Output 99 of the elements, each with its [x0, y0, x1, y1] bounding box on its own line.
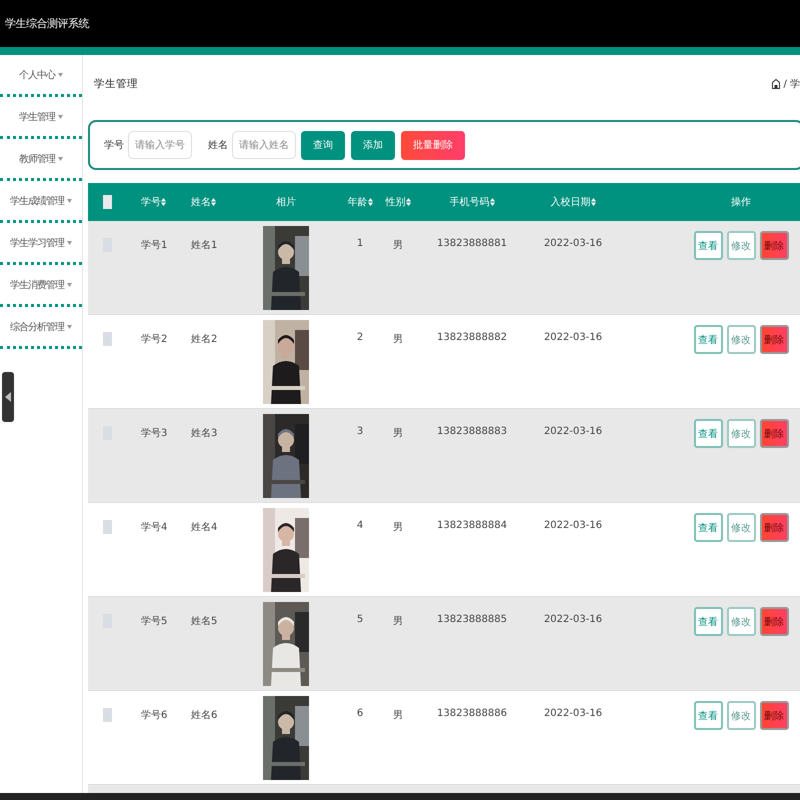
- sort-icon: [406, 198, 410, 206]
- row-action-button[interactable]: 查看: [694, 513, 722, 542]
- table-cell: 13823888886: [437, 708, 507, 719]
- left-arrow-icon: [5, 392, 11, 402]
- row-action-button[interactable]: 查看: [694, 607, 722, 636]
- table-cell: 6: [356, 708, 364, 719]
- row-action-button[interactable]: 修改: [726, 701, 756, 730]
- home-icon[interactable]: [772, 79, 780, 89]
- caret-icon: [58, 156, 63, 160]
- table-cell-text: 姓名4: [191, 521, 218, 534]
- table-cell: 4: [356, 520, 364, 531]
- table-cell-text: 学号4: [141, 521, 168, 534]
- app-title: 学生综合测评系统: [5, 16, 89, 31]
- row-action-button[interactable]: 删除: [760, 701, 788, 730]
- table-cell-text: 学号5: [141, 615, 168, 628]
- input-field[interactable]: 请输入学号: [128, 131, 192, 159]
- row-action-button[interactable]: 修改: [726, 325, 756, 354]
- input-field[interactable]: 请输入姓名: [232, 131, 296, 159]
- sort-icon: [490, 198, 494, 206]
- field-label: 学号: [104, 139, 124, 152]
- table-cell-text: 姓名6: [191, 709, 218, 722]
- table-cell-text: 学号2: [141, 333, 168, 346]
- table-cell: 13823888885: [437, 614, 507, 625]
- table-cell: 3: [356, 426, 364, 437]
- table-cell-text: 学号1: [141, 239, 168, 252]
- field-label: 姓名: [208, 139, 228, 152]
- table-cell: 2022-03-16: [544, 614, 602, 625]
- table-cell-text: 男: [393, 615, 403, 628]
- table-cell-text: 学号6: [141, 709, 168, 722]
- table-cell-text: 男: [393, 521, 403, 534]
- row-action-button[interactable]: 查看: [694, 419, 722, 448]
- caret-icon: [67, 282, 72, 286]
- column-header[interactable]: 姓名: [191, 195, 216, 209]
- caret-icon: [67, 324, 72, 328]
- table-cell: 2: [356, 332, 364, 343]
- breadcrumb-text: / 学: [783, 78, 800, 91]
- action-button[interactable]: 添加: [351, 130, 395, 160]
- table-cell-text: 姓名3: [191, 427, 218, 440]
- column-header[interactable]: 相片: [276, 195, 296, 209]
- table-cell: 13823888881: [437, 238, 507, 249]
- column-header[interactable]: 操作: [731, 195, 751, 209]
- caret-icon: [67, 240, 72, 244]
- caret-icon: [58, 114, 63, 118]
- row-action-button[interactable]: 查看: [694, 701, 722, 730]
- sidebar-item[interactable]: 个人中心: [0, 55, 82, 97]
- collapse-handle[interactable]: [2, 372, 14, 422]
- column-header[interactable]: 年龄: [348, 195, 372, 209]
- sort-icon: [590, 198, 596, 206]
- caret-icon: [67, 198, 72, 202]
- checkbox[interactable]: [102, 520, 112, 534]
- table-cell: 2022-03-16: [544, 708, 602, 719]
- column-header[interactable]: 入校日期: [550, 195, 596, 209]
- row-action-button[interactable]: 查看: [694, 325, 722, 354]
- checkbox[interactable]: [102, 708, 112, 722]
- sidebar-item[interactable]: 学生学习管理: [0, 223, 82, 265]
- caret-icon: [58, 72, 63, 76]
- table-cell-text: 姓名2: [191, 333, 218, 346]
- table-cell-text: 姓名1: [191, 239, 218, 252]
- action-button[interactable]: 批量删除: [401, 130, 465, 160]
- row-action-button[interactable]: 删除: [760, 607, 788, 636]
- row-action-button[interactable]: 删除: [760, 231, 788, 260]
- table-cell: 5: [356, 614, 364, 625]
- column-header[interactable]: 学号: [141, 195, 166, 209]
- table-cell: 13823888883: [437, 426, 507, 437]
- row-action-button[interactable]: 删除: [760, 513, 788, 542]
- table-cell: 13823888882: [437, 332, 507, 343]
- row-action-button[interactable]: 修改: [726, 607, 756, 636]
- checkbox[interactable]: [102, 332, 112, 346]
- action-button[interactable]: 查询: [301, 130, 345, 160]
- table-cell-text: 男: [393, 427, 403, 440]
- sidebar-item[interactable]: 学生消费管理: [0, 265, 82, 307]
- row-action-button[interactable]: 删除: [760, 325, 788, 354]
- row-action-button[interactable]: 修改: [726, 419, 756, 448]
- page-title: 学生管理: [94, 77, 138, 91]
- table-cell-text: 男: [393, 239, 403, 252]
- table-cell-text: 学号3: [141, 427, 168, 440]
- table-cell: 2022-03-16: [544, 238, 602, 249]
- row-action-button[interactable]: 查看: [694, 231, 722, 260]
- table-cell-text: 男: [393, 709, 403, 722]
- row-action-button[interactable]: 删除: [760, 419, 788, 448]
- table-cell: 2022-03-16: [544, 332, 602, 343]
- table-cell: 2022-03-16: [544, 520, 602, 531]
- column-header[interactable]: 手机号码: [450, 195, 494, 209]
- table-cell-text: 姓名5: [191, 615, 218, 628]
- sort-icon: [211, 198, 216, 206]
- sidebar-item[interactable]: 综合分析管理: [0, 307, 82, 349]
- table-cell: 1: [356, 238, 364, 249]
- checkbox[interactable]: [102, 195, 112, 209]
- sort-icon: [368, 198, 372, 206]
- column-header[interactable]: 性别: [386, 195, 410, 209]
- sort-icon: [161, 198, 166, 206]
- row-action-button[interactable]: 修改: [726, 513, 756, 542]
- table-cell-text: 男: [393, 333, 403, 346]
- sidebar-item[interactable]: 学生成绩管理: [0, 181, 82, 223]
- row-action-button[interactable]: 修改: [726, 231, 756, 260]
- sidebar-item[interactable]: 教师管理: [0, 139, 82, 181]
- sidebar-item[interactable]: 学生管理: [0, 97, 82, 139]
- table-cell: 2022-03-16: [544, 426, 602, 437]
- table-cell: 13823888884: [437, 520, 507, 531]
